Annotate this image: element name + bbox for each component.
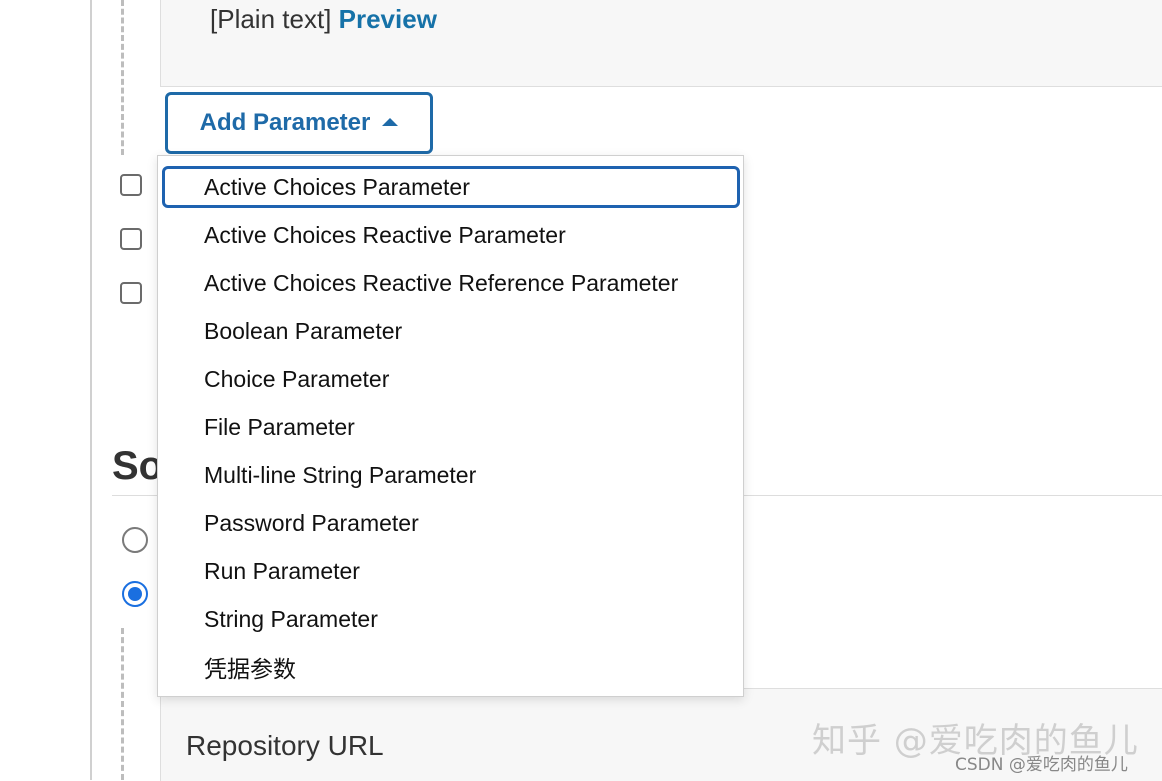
option-checkbox-1[interactable] bbox=[120, 174, 142, 196]
scm-radio-git[interactable] bbox=[122, 581, 148, 607]
menu-item-active-choices-reactive[interactable]: Active Choices Reactive Parameter bbox=[162, 214, 740, 256]
add-parameter-menu: Active Choices Parameter Active Choices … bbox=[157, 155, 744, 697]
menu-item-credentials[interactable]: 凭据参数 bbox=[162, 646, 740, 688]
caret-up-icon bbox=[382, 118, 399, 126]
preview-link[interactable]: Preview bbox=[339, 4, 437, 34]
menu-item-multiline-string[interactable]: Multi-line String Parameter bbox=[162, 454, 740, 496]
source-section-heading: So bbox=[112, 444, 164, 488]
add-parameter-label: Add Parameter bbox=[199, 109, 371, 136]
plain-text-label: [Plain text] bbox=[210, 4, 332, 34]
menu-item-active-choices[interactable]: Active Choices Parameter bbox=[162, 166, 740, 208]
repository-url-label: Repository URL bbox=[186, 730, 384, 761]
menu-item-boolean[interactable]: Boolean Parameter bbox=[162, 310, 740, 352]
menu-item-file[interactable]: File Parameter bbox=[162, 406, 740, 448]
nesting-guide-bottom bbox=[121, 628, 124, 780]
scm-radio-none[interactable] bbox=[122, 527, 148, 553]
menu-item-choice[interactable]: Choice Parameter bbox=[162, 358, 740, 400]
add-parameter-button[interactable]: Add Parameter bbox=[165, 92, 433, 154]
menu-item-string[interactable]: String Parameter bbox=[162, 598, 740, 640]
option-checkbox-3[interactable] bbox=[120, 282, 142, 304]
menu-item-run[interactable]: Run Parameter bbox=[162, 550, 740, 592]
watermark-csdn: CSDN @爱吃肉的鱼儿 bbox=[955, 755, 1128, 775]
option-checkbox-2[interactable] bbox=[120, 228, 142, 250]
menu-item-password[interactable]: Password Parameter bbox=[162, 502, 740, 544]
menu-item-active-choices-reactive-reference[interactable]: Active Choices Reactive Reference Parame… bbox=[162, 262, 740, 304]
nesting-guide-top bbox=[121, 0, 124, 155]
left-rail bbox=[90, 0, 92, 780]
plain-text-preview-line: [Plain text] Preview bbox=[210, 3, 437, 35]
